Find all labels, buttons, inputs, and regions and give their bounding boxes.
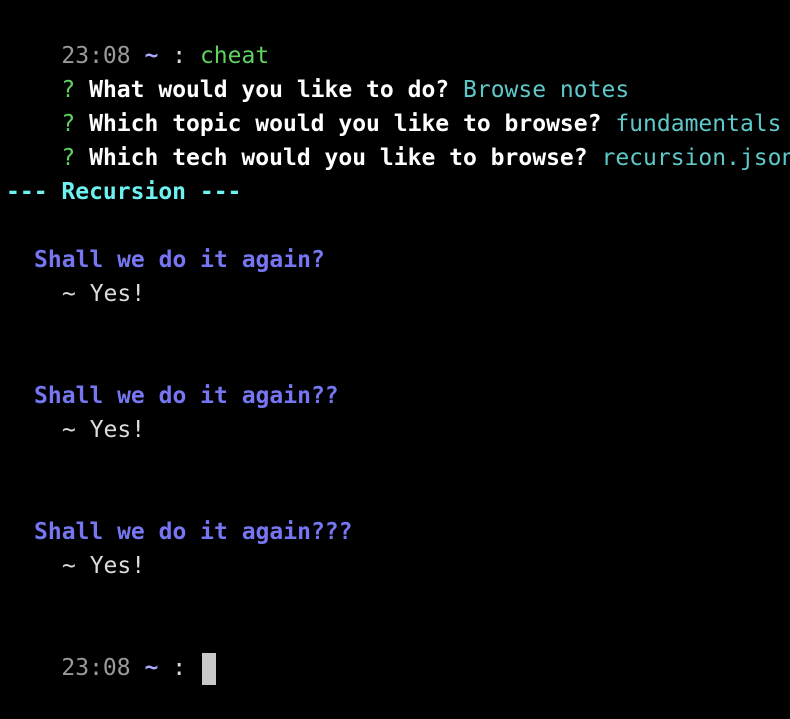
question-answer: recursion.json <box>601 145 790 171</box>
question-line: ? Which tech would you like to browse? r… <box>6 107 790 171</box>
prompt-colon: : <box>172 655 187 681</box>
cursor-block-icon[interactable] <box>201 652 216 685</box>
terminal-window[interactable]: 23:08 ~ : cheat ? What would you like to… <box>0 0 790 700</box>
prompt-line: 23:08 ~ : cheat <box>6 5 269 69</box>
section-header: --- Recursion --- <box>6 179 242 205</box>
prompt-home-tilde: ~ <box>144 655 159 681</box>
prompt-time: 23:08 <box>61 655 131 681</box>
note-answer: ~ Yes! <box>62 417 146 443</box>
note-question: Shall we do it again?? <box>34 383 339 409</box>
note-question: Shall we do it again??? <box>34 519 353 545</box>
note-question: Shall we do it again? <box>34 247 325 273</box>
note-answer: ~ Yes! <box>62 553 146 579</box>
question-line: ? What would you like to do? Browse note… <box>6 39 629 103</box>
question-text: Which tech would you like to browse? <box>89 145 588 171</box>
note-answer: ~ Yes! <box>62 281 146 307</box>
prompt-line[interactable]: 23:08 ~ : <box>6 617 216 685</box>
question-line: ? Which topic would you like to browse? … <box>6 73 781 137</box>
question-mark-icon: ? <box>61 145 76 171</box>
